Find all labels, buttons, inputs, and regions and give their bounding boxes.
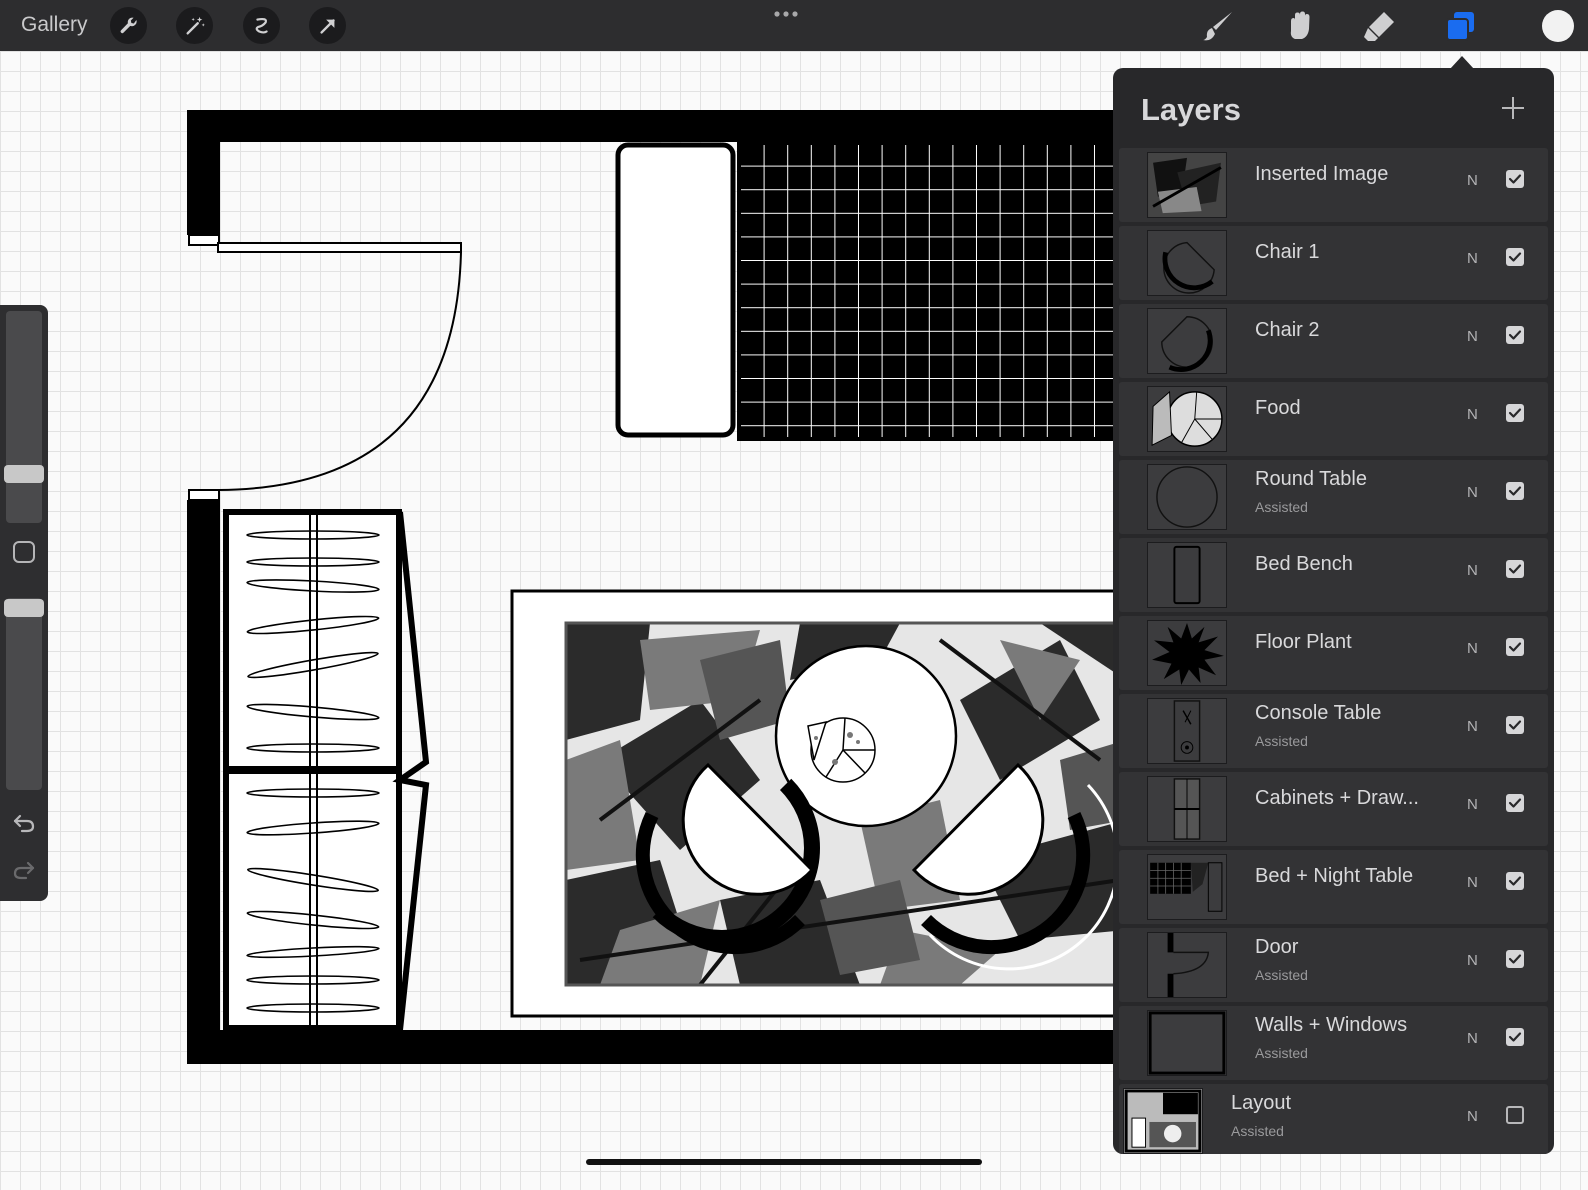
redo-icon[interactable] [12,857,36,881]
visibility-checkbox[interactable] [1506,1028,1524,1046]
layer-thumbnail[interactable] [1147,386,1227,452]
layer-subtitle: Assisted [1255,733,1308,749]
layer-thumbnail[interactable] [1147,152,1227,218]
magic-wand-icon[interactable] [176,7,213,44]
left-sidebar [0,305,48,901]
blend-mode-button[interactable]: N [1467,328,1478,345]
layer-row-chair-2[interactable]: Chair 2 N [1119,304,1548,378]
layer-subtitle: Assisted [1255,499,1308,515]
visibility-checkbox[interactable] [1506,170,1524,188]
visibility-checkbox[interactable] [1506,638,1524,656]
layer-name: Door [1255,936,1299,958]
layer-name: Layout [1231,1092,1292,1114]
layer-thumbnail[interactable] [1147,620,1227,686]
visibility-checkbox[interactable] [1506,404,1524,422]
transform-arrow-icon[interactable] [309,7,346,44]
visibility-checkbox[interactable] [1506,1106,1524,1124]
layer-name: Chair 1 [1255,241,1320,263]
layer-name: Bed + Night Table [1255,865,1414,887]
layer-row-door[interactable]: Door Assisted N [1119,928,1548,1002]
layer-thumbnail[interactable] [1147,854,1227,920]
more-options-icon[interactable] [773,9,803,19]
layer-thumbnail[interactable] [1147,230,1227,296]
brush-icon[interactable] [1200,7,1238,45]
layer-thumbnail[interactable] [1147,542,1227,608]
eraser-icon[interactable] [1360,7,1398,45]
visibility-checkbox[interactable] [1506,248,1524,266]
layer-thumbnail[interactable] [1147,464,1227,530]
layer-name: Console Table [1255,702,1382,724]
visibility-checkbox[interactable] [1506,326,1524,344]
color-picker-button[interactable] [1542,10,1574,42]
selection-icon[interactable] [243,7,280,44]
layer-name: Chair 2 [1255,319,1320,341]
brush-size-thumb[interactable] [4,465,44,483]
top-toolbar: Gallery [0,0,1588,51]
layer-thumbnail[interactable] [1123,1088,1203,1154]
visibility-checkbox[interactable] [1506,716,1524,734]
visibility-checkbox[interactable] [1506,560,1524,578]
blend-mode-button[interactable]: N [1467,718,1478,735]
layer-row-console-table[interactable]: Console Table Assisted N [1119,694,1548,768]
opacity-thumb[interactable] [4,599,44,617]
visibility-checkbox[interactable] [1506,872,1524,890]
layer-row-bed-night-table[interactable]: Bed + Night Table N [1119,850,1548,924]
layer-subtitle: Assisted [1255,1045,1308,1061]
blend-mode-button[interactable]: N [1467,250,1478,267]
layer-name: Floor Plant [1255,631,1352,653]
layer-row-round-table[interactable]: Round Table Assisted N [1119,460,1548,534]
visibility-checkbox[interactable] [1506,482,1524,500]
home-indicator [586,1159,982,1165]
layer-subtitle: Assisted [1231,1123,1284,1139]
layer-row-food[interactable]: Food N [1119,382,1548,456]
layer-thumbnail[interactable] [1147,776,1227,842]
layer-name: Food [1255,397,1301,419]
layer-thumbnail[interactable] [1147,932,1227,998]
brush-size-slider[interactable] [6,311,42,523]
add-layer-icon[interactable] [1500,95,1526,121]
layer-name: Inserted Image [1255,163,1389,185]
blend-mode-button[interactable]: N [1467,1030,1478,1047]
blend-mode-button[interactable]: N [1467,172,1478,189]
blend-mode-button[interactable]: N [1467,406,1478,423]
blend-mode-button[interactable]: N [1467,796,1478,813]
blend-mode-button[interactable]: N [1467,640,1478,657]
layer-row-layout[interactable]: Layout Assisted N [1119,1084,1548,1154]
layer-row-bed-bench[interactable]: Bed Bench N [1119,538,1548,612]
gallery-button[interactable]: Gallery [21,13,88,37]
layer-thumbnail[interactable] [1147,698,1227,764]
layer-row-walls-windows[interactable]: Walls + Windows Assisted N [1119,1006,1548,1080]
layer-row-cabinets-draw[interactable]: Cabinets + Draw... N [1119,772,1548,846]
blend-mode-button[interactable]: N [1467,484,1478,501]
blend-mode-button[interactable]: N [1467,874,1478,891]
layer-subtitle: Assisted [1255,967,1308,983]
layer-name: Bed Bench [1255,553,1353,575]
layer-name: Cabinets + Draw... [1255,787,1419,809]
smudge-icon[interactable] [1280,7,1318,45]
layer-name: Walls + Windows [1255,1014,1408,1036]
blend-mode-button[interactable]: N [1467,562,1478,579]
layer-row-chair-1[interactable]: Chair 1 N [1119,226,1548,300]
layers-icon[interactable] [1441,7,1479,45]
blend-mode-button[interactable]: N [1467,1108,1478,1125]
wrench-icon[interactable] [110,7,147,44]
modify-button[interactable] [13,541,35,563]
undo-icon[interactable] [12,810,36,834]
layer-name: Round Table [1255,468,1367,490]
layers-title: Layers [1141,92,1241,127]
layer-row-inserted-image[interactable]: Inserted Image N [1119,148,1548,222]
layer-thumbnail[interactable] [1147,308,1227,374]
opacity-slider[interactable] [6,598,42,790]
layer-thumbnail[interactable] [1147,1010,1227,1076]
visibility-checkbox[interactable] [1506,950,1524,968]
visibility-checkbox[interactable] [1506,794,1524,812]
layers-panel: Layers Inserted Image N Chair 1 N Chair 2 N Fo… [1113,68,1554,1154]
blend-mode-button[interactable]: N [1467,952,1478,969]
layer-row-floor-plant[interactable]: Floor Plant N [1119,616,1548,690]
